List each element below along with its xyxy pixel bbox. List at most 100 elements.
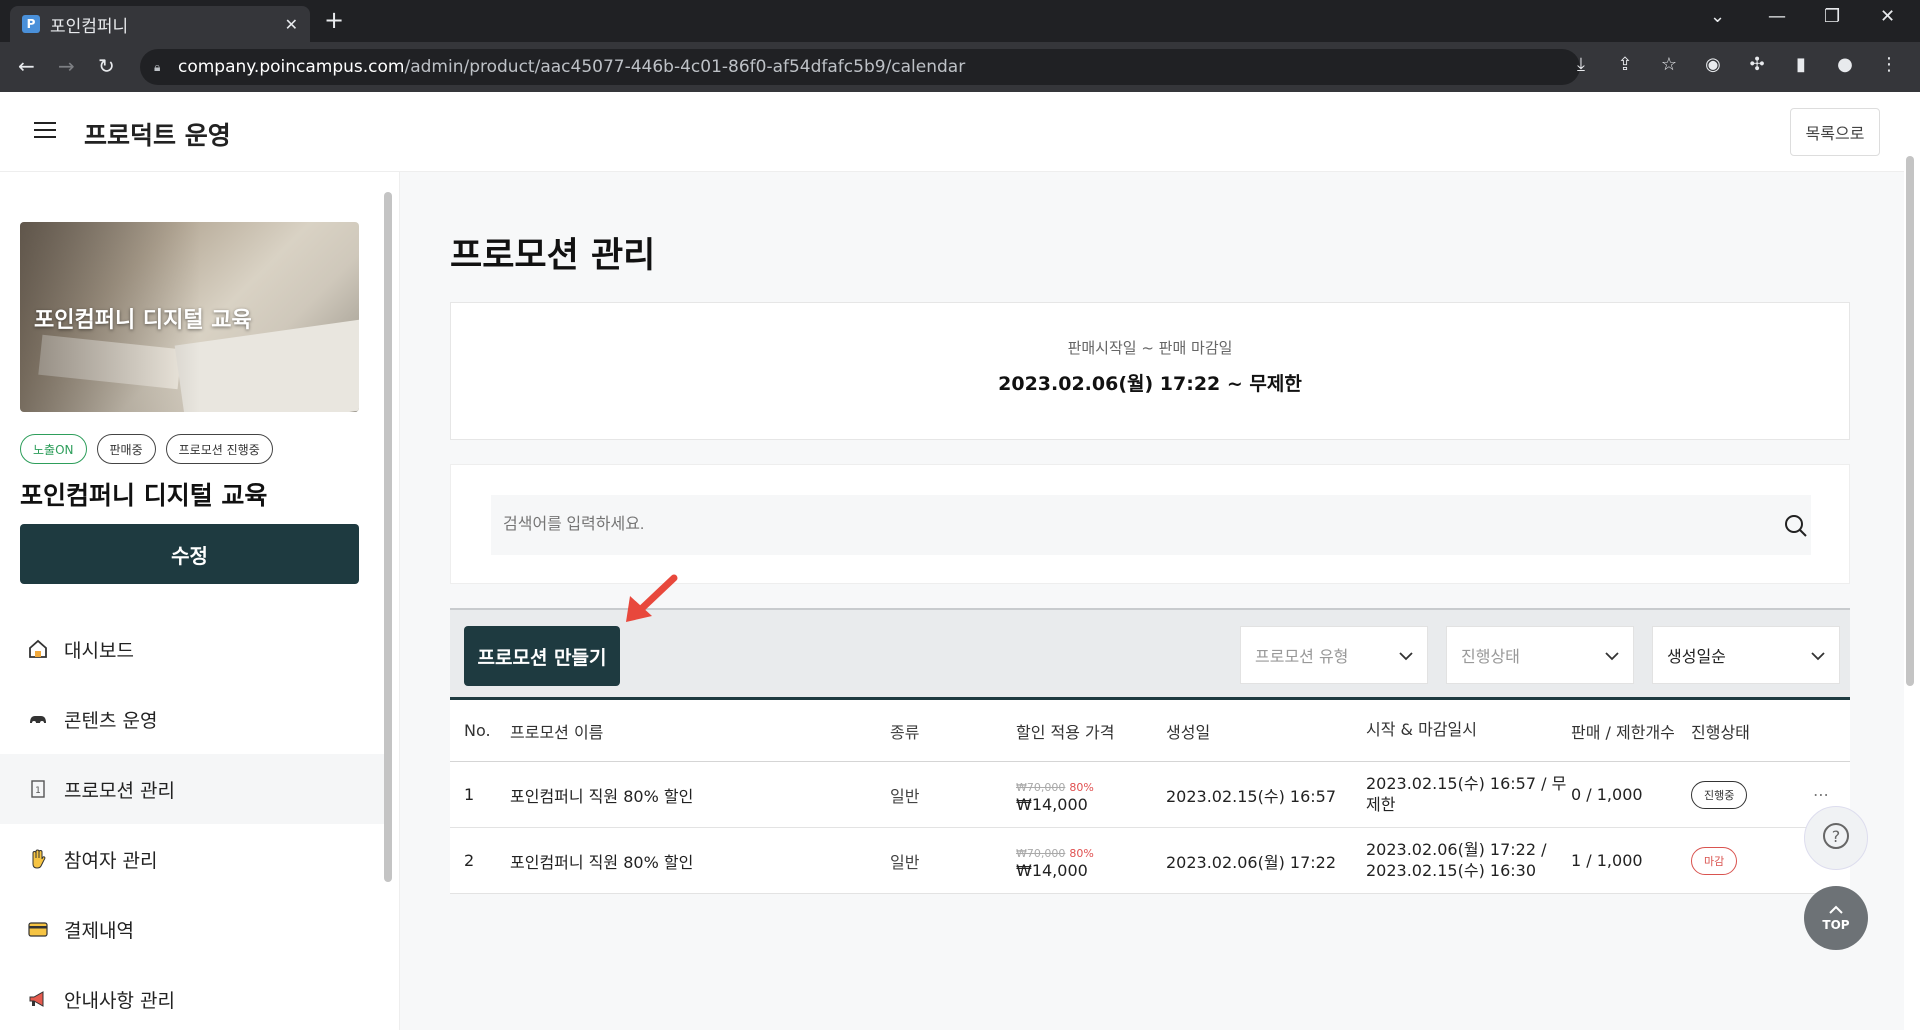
tab-search-icon[interactable]: ⌄ bbox=[1710, 6, 1725, 27]
svg-text:1: 1 bbox=[35, 786, 41, 796]
forward-icon[interactable]: → bbox=[58, 54, 75, 78]
sidebar-scrollbar[interactable] bbox=[384, 192, 392, 882]
period-label: 판매시작일 ~ 판매 마감일 bbox=[1067, 339, 1233, 357]
select-value: 진행상태 bbox=[1461, 647, 1520, 666]
original-price: ₩70,000 bbox=[1016, 780, 1066, 794]
edit-button[interactable]: 수정 bbox=[20, 524, 359, 584]
card-icon bbox=[26, 917, 50, 941]
select-value: 생성일순 bbox=[1667, 647, 1726, 666]
row-more-icon[interactable]: ⋯ bbox=[1801, 785, 1841, 804]
top-label: TOP bbox=[1822, 918, 1850, 932]
search-input[interactable] bbox=[491, 495, 1811, 555]
row-price: ₩70,000 80% ₩14,000 bbox=[1016, 842, 1166, 880]
col-no: No. bbox=[464, 721, 491, 740]
help-icon: ? bbox=[1821, 821, 1851, 855]
scroll-top-button[interactable]: TOP bbox=[1804, 886, 1868, 950]
app-header: 프로덕트 운영 목록으로 bbox=[0, 92, 1904, 172]
back-to-list-button[interactable]: 목록으로 bbox=[1790, 108, 1880, 156]
chevron-down-icon bbox=[1399, 646, 1413, 665]
create-promotion-button[interactable]: 프로모션 만들기 bbox=[464, 626, 620, 686]
camera-icon[interactable]: ◉ bbox=[1702, 54, 1724, 75]
status-badge: 진행중 bbox=[1691, 780, 1748, 809]
profile-icon[interactable]: ● bbox=[1834, 54, 1856, 75]
share-icon[interactable]: ⇪ bbox=[1614, 54, 1636, 75]
col-type: 종류 bbox=[890, 722, 920, 742]
sidebar-item-label: 참여자 관리 bbox=[64, 849, 158, 872]
sidebar-item-payments[interactable]: 결제내역 bbox=[0, 894, 384, 964]
favicon: P bbox=[22, 15, 40, 33]
main-content: 프로모션 관리 판매시작일 ~ 판매 마감일 2023.02.06(월) 17:… bbox=[400, 172, 1904, 1030]
extensions-icon[interactable]: ✣ bbox=[1746, 54, 1768, 75]
sidebar-item-participants[interactable]: 참여자 관리 bbox=[0, 824, 384, 894]
col-created: 생성일 bbox=[1166, 722, 1211, 742]
back-icon[interactable]: ← bbox=[18, 54, 35, 78]
table-row[interactable]: 2 포인컴퍼니 직원 80% 할인 일반 ₩70,000 80% ₩14,000 … bbox=[450, 828, 1850, 894]
search-icon[interactable] bbox=[1783, 513, 1809, 539]
address-bar: ← → ↻ 🔒︎ company.poincampus.com/admin/pr… bbox=[0, 42, 1920, 92]
table-row[interactable]: 1 포인컴퍼니 직원 80% 할인 일반 ₩70,000 80% ₩14,000 … bbox=[450, 762, 1850, 828]
url-path: /admin/product/aac45077-446b-4c01-86f0-a… bbox=[404, 57, 966, 77]
sidebar-item-label: 콘텐츠 운영 bbox=[64, 709, 158, 732]
col-period: 시작 & 마감일시 bbox=[1366, 720, 1477, 740]
close-tab-icon[interactable]: ✕ bbox=[285, 15, 298, 34]
selling-badge: 판매중 bbox=[96, 434, 156, 464]
browser-tab-bar: P 포인컴퍼니 ✕ + ⌄ — ❐ ✕ bbox=[0, 0, 1920, 42]
search-card bbox=[450, 464, 1850, 584]
table-header: No. 프로모션 이름 종류 할인 적용 가격 생성일 시작 & 마감일시 판매… bbox=[450, 700, 1850, 762]
original-price: ₩70,000 bbox=[1016, 846, 1066, 860]
sidebar-menu: 대시보드 콘텐츠 운영 1 프로모션 관리 참여자 관리 결제내역 안내사항 관… bbox=[0, 614, 384, 1030]
hand-icon bbox=[26, 847, 50, 871]
page-scrollbar[interactable] bbox=[1906, 156, 1914, 686]
period-value: 2023.02.06(월) 17:22 ~ 무제한 bbox=[998, 373, 1302, 395]
discount-price: ₩14,000 bbox=[1016, 794, 1088, 814]
product-thumbnail: 포인컴퍼니 디지털 교육 bbox=[20, 222, 359, 412]
browser-tab[interactable]: P 포인컴퍼니 ✕ bbox=[10, 6, 310, 42]
bookmark-star-icon[interactable]: ☆ bbox=[1658, 54, 1680, 75]
sidebar-item-label: 대시보드 bbox=[64, 639, 134, 662]
url-field[interactable]: 🔒︎ company.poincampus.com/admin/product/… bbox=[140, 49, 1580, 85]
menu-icon[interactable] bbox=[34, 122, 56, 140]
reload-icon[interactable]: ↻ bbox=[98, 54, 115, 78]
row-no: 2 bbox=[464, 851, 475, 870]
thumbnail-caption: 포인컴퍼니 디지털 교육 bbox=[34, 308, 252, 333]
status-badge: 마감 bbox=[1691, 846, 1738, 875]
sidebar-item-notices[interactable]: 안내사항 관리 bbox=[0, 964, 384, 1030]
promotion-type-select[interactable]: 프로모션 유형 bbox=[1240, 626, 1428, 684]
sidebar-item-content[interactable]: 콘텐츠 운영 bbox=[0, 684, 384, 754]
side-panel-icon[interactable]: ▮ bbox=[1790, 54, 1812, 75]
row-price: ₩70,000 80% ₩14,000 bbox=[1016, 776, 1166, 814]
promotion-icon: 1 bbox=[26, 777, 50, 801]
restore-icon[interactable]: ❐ bbox=[1824, 6, 1840, 27]
discount-price: ₩14,000 bbox=[1016, 860, 1088, 880]
row-sales: 1 / 1,000 bbox=[1571, 851, 1643, 870]
row-created: 2023.02.15(수) 16:57 bbox=[1166, 786, 1337, 806]
red-arrow-annotation bbox=[626, 574, 678, 622]
row-period: 2023.02.15(수) 16:57 / 무제한 bbox=[1366, 773, 1567, 814]
more-menu-icon[interactable]: ⋮ bbox=[1878, 54, 1900, 75]
row-created: 2023.02.06(월) 17:22 bbox=[1166, 852, 1337, 872]
app-title: 프로덕트 운영 bbox=[84, 121, 231, 150]
status-select[interactable]: 진행상태 bbox=[1446, 626, 1634, 684]
page-title: 프로모션 관리 bbox=[450, 236, 656, 276]
sidebar-item-label: 안내사항 관리 bbox=[64, 989, 175, 1012]
install-icon[interactable]: ⤓ bbox=[1570, 54, 1592, 75]
col-status: 진행상태 bbox=[1691, 722, 1750, 742]
visibility-badge: 노출ON bbox=[20, 434, 87, 464]
chevron-down-icon bbox=[1811, 646, 1825, 665]
sidebar-item-label: 결제내역 bbox=[64, 919, 134, 942]
row-name[interactable]: 포인컴퍼니 직원 80% 할인 bbox=[510, 849, 890, 873]
minimize-icon[interactable]: — bbox=[1768, 6, 1786, 27]
row-type: 일반 bbox=[890, 852, 920, 872]
col-name: 프로모션 이름 bbox=[510, 722, 604, 742]
close-window-icon[interactable]: ✕ bbox=[1880, 6, 1895, 27]
new-tab-icon[interactable]: + bbox=[324, 6, 344, 34]
help-button[interactable]: ? bbox=[1804, 806, 1868, 870]
discount-rate: 80% bbox=[1069, 780, 1094, 794]
row-name[interactable]: 포인컴퍼니 직원 80% 할인 bbox=[510, 783, 890, 807]
home-icon bbox=[26, 637, 50, 661]
sidebar-item-promotion[interactable]: 1 프로모션 관리 bbox=[0, 754, 384, 824]
sidebar-item-dashboard[interactable]: 대시보드 bbox=[0, 614, 384, 684]
sort-select[interactable]: 생성일순 bbox=[1652, 626, 1840, 684]
promotion-badge: 프로모션 진행중 bbox=[165, 434, 273, 464]
col-sales: 판매 / 제한개수 bbox=[1571, 722, 1675, 742]
